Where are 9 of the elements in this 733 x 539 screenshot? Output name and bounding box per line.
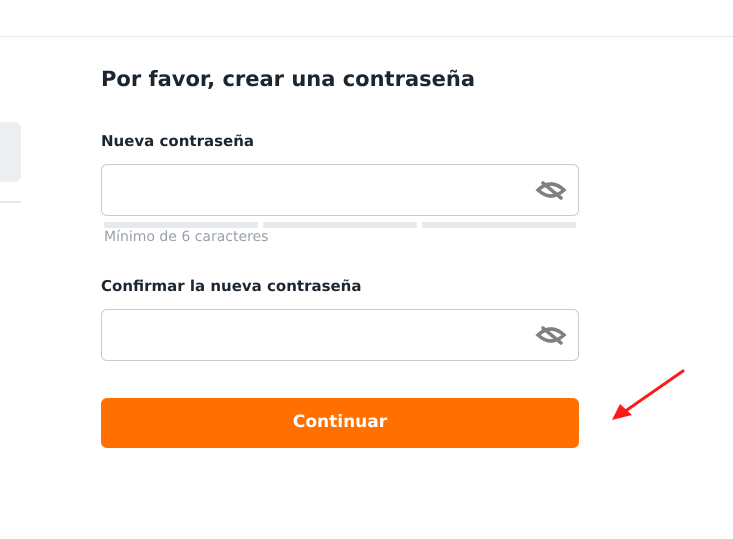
eye-hidden-icon[interactable] [535,179,567,201]
continue-button[interactable]: Continuar [101,398,579,448]
password-field[interactable] [101,309,579,361]
hint-text: Mínimo de 6 caracteres [104,228,270,246]
field-label: Confirmar la nueva contraseña [101,276,362,296]
field-label: Nueva contraseña [101,131,255,151]
page-title: Por favor, crear una contraseña [101,66,476,93]
password-field[interactable] [101,164,579,216]
eye-hidden-icon[interactable] [535,324,567,346]
